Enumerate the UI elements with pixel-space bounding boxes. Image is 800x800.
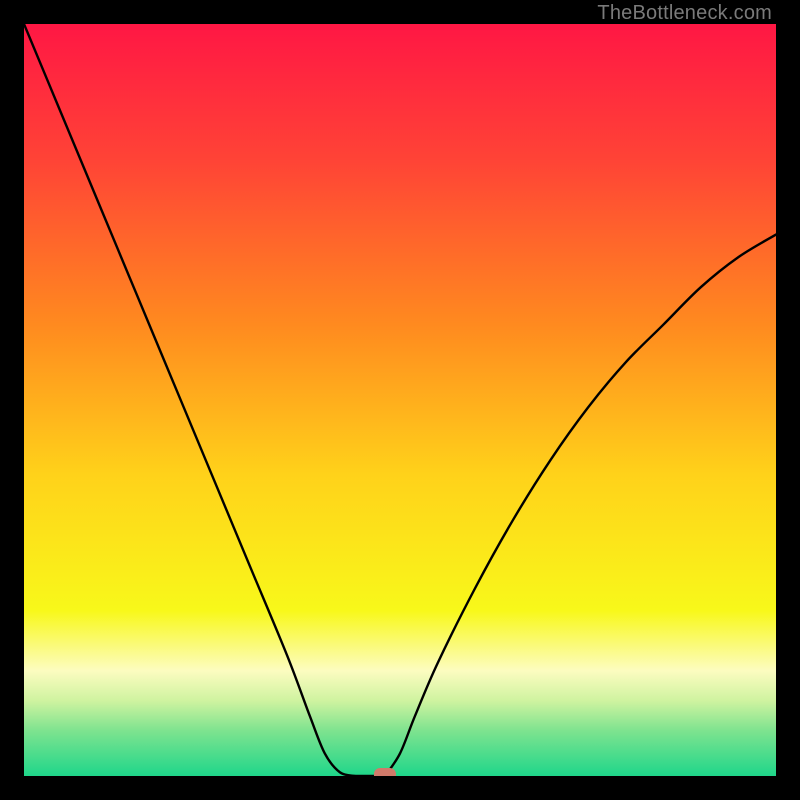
chart-plot xyxy=(24,24,776,776)
optimum-marker xyxy=(374,768,396,776)
gradient-background xyxy=(24,24,776,776)
outer-frame: TheBottleneck.com xyxy=(0,0,800,800)
watermark-label: TheBottleneck.com xyxy=(597,2,772,25)
chart-svg xyxy=(24,24,776,776)
